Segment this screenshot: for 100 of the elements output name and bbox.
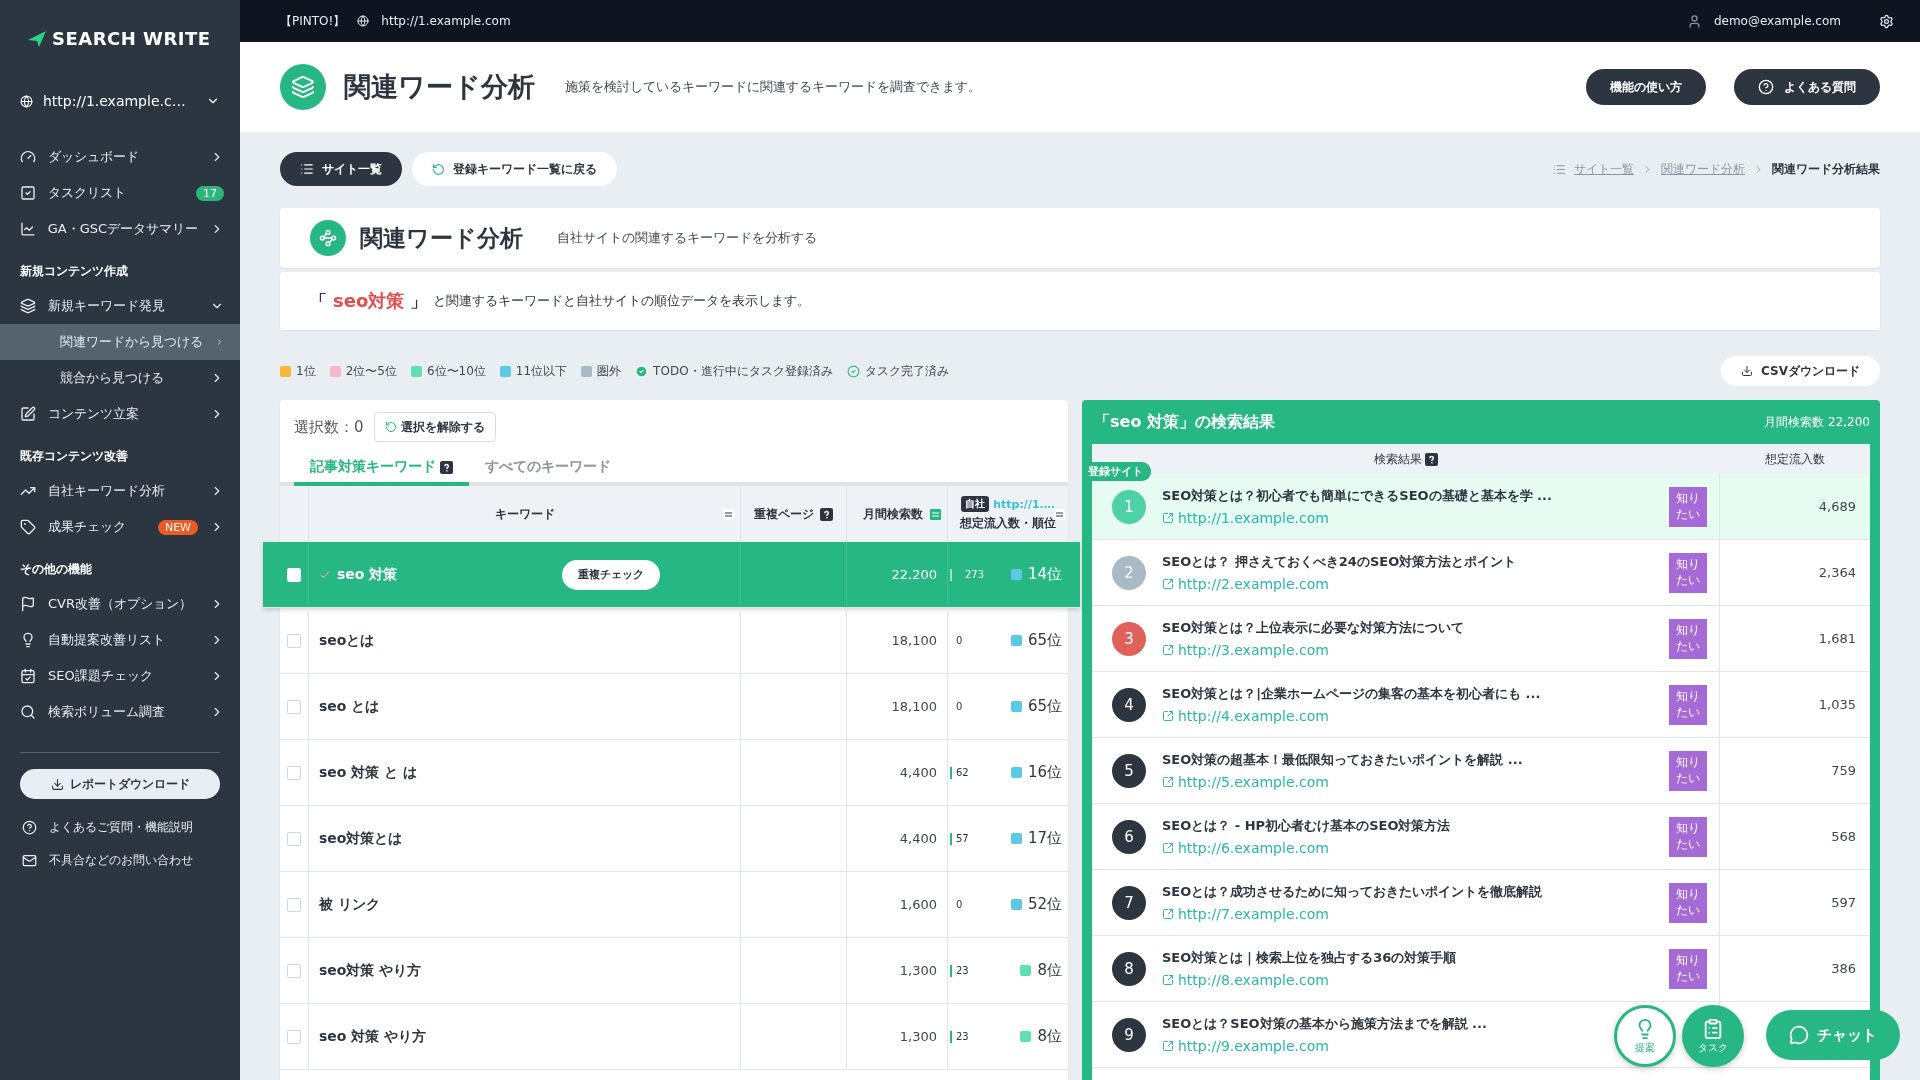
keyword-text: 被 リンク [319, 895, 381, 914]
settings-icon[interactable] [1879, 13, 1894, 29]
row-checkbox[interactable] [287, 633, 301, 648]
sidebar-item[interactable]: タスクリスト 17 [0, 175, 240, 211]
rank-circle: 6 [1112, 819, 1146, 854]
duplicate-check-button[interactable]: 重複チェック [562, 559, 660, 590]
checkbox-icon [20, 185, 36, 201]
keyword-text: seo 対策 と は [319, 763, 419, 782]
result-title: SEO対策とは？上位表示に必要な対策方法について [1162, 619, 1465, 637]
sort-icon[interactable] [1054, 508, 1065, 520]
row-checkbox[interactable] [287, 1029, 301, 1044]
site-list-button[interactable]: サイト一覧 [280, 152, 402, 186]
rank-text: 14位 [1027, 565, 1062, 584]
mail-icon [22, 853, 37, 868]
help-icon [820, 507, 833, 521]
sidebar-item[interactable]: 新規キーワード発見 [0, 288, 240, 324]
keyword-row[interactable]: seo 対策 と は 4,400 62 16位 [280, 740, 1068, 806]
rank-circle: 2 [1112, 555, 1146, 590]
sort-icon[interactable] [930, 508, 941, 520]
breadcrumb-link[interactable]: 関連ワード分析結果 [1772, 160, 1880, 178]
result-title: SEOとは？成功させるために知っておきたいポイントを徹底解説 [1162, 883, 1543, 901]
keyword-row[interactable]: seo 対策 重複チェック 22,200 273 14位 [263, 542, 1080, 608]
rank-text: 65位 [1027, 631, 1062, 650]
keyword-text: seo 対策 やり方 [319, 1027, 428, 1046]
result-title: SEOとは？SEO対策の基本から施策方法までを解説 ... [1162, 1015, 1487, 1033]
rank-text: 16位 [1027, 763, 1062, 782]
csv-download-button[interactable]: CSVダウンロード [1721, 356, 1880, 386]
rank-circle: 5 [1112, 753, 1146, 788]
sidebar-item[interactable]: 検索ボリューム調査 [0, 694, 240, 730]
site-url: http://1.… [993, 497, 1055, 511]
keyword-row[interactable]: seo対策 やり方 1,300 23 8位 [280, 938, 1068, 1004]
page-title: 関連ワード分析 [344, 70, 535, 104]
external-link-icon [1162, 974, 1174, 986]
sidebar-item[interactable]: コンテンツ立案 [0, 396, 240, 432]
external-link-icon [1162, 644, 1174, 656]
traffic-count: 273 [963, 569, 984, 580]
column-header: 想定流入数・順位 [960, 515, 1056, 532]
intent-tag: 知りたい [1669, 750, 1707, 791]
rank-circle: 8 [1112, 951, 1146, 986]
row-checkbox[interactable] [287, 699, 301, 714]
traffic-count: 1,681 [1818, 631, 1856, 646]
help-icon [1425, 452, 1438, 466]
rank-text: 52位 [1027, 895, 1062, 914]
row-checkbox[interactable] [287, 765, 301, 780]
sidebar-item[interactable]: CVR改善（オプション） [0, 586, 240, 622]
guide-button[interactable]: 機能の使い方 [1586, 69, 1706, 105]
sidebar-item[interactable]: 成果チェック NEW [0, 509, 240, 545]
sidebar-item[interactable]: SEO課題チェック [0, 658, 240, 694]
sidebar-item[interactable]: 自動提案改善リスト [0, 622, 240, 658]
faq-button[interactable]: よくある質問 [1734, 69, 1880, 105]
traffic-count: 759 [1831, 763, 1856, 778]
sidebar-link[interactable]: よくあるご質問・機能説明 [0, 811, 240, 844]
sidebar-item[interactable]: ダッシュボード [0, 139, 240, 175]
keyword-row[interactable]: seo 対策 やり方 1,300 23 8位 [280, 1004, 1068, 1070]
legend-item: 圏外 [581, 362, 622, 380]
keyword-text: seo 対策 [337, 565, 399, 584]
list-icon [1553, 162, 1566, 176]
report-download-button[interactable]: レポートダウンロード [20, 769, 220, 799]
sidebar-item[interactable]: 競合から見つける [0, 360, 240, 396]
row-checkbox[interactable] [287, 963, 301, 978]
user-email[interactable]: demo@example.com [1713, 14, 1841, 28]
target-keyword: seo対策 [333, 289, 405, 313]
own-site-tag: 自社 [961, 496, 990, 512]
result-title: SEO対策の超基本！最低限知っておきたいポイントを解説 ... [1162, 751, 1523, 769]
back-button[interactable]: 登録キーワード一覧に戻る [412, 152, 617, 186]
clear-selection-button[interactable]: 選択を解除する [373, 412, 496, 442]
quote-mark: 「 [310, 289, 327, 313]
intent-tag: 知りたい [1669, 882, 1707, 923]
site-url: http://1.example.com [381, 14, 511, 28]
keyword-row[interactable]: 被 リンク 1,600 0 52位 [280, 872, 1068, 938]
external-link-icon [1162, 710, 1174, 722]
sidebar-link[interactable]: 不具合などのお問い合わせ [0, 844, 240, 877]
external-link-icon [1162, 776, 1174, 788]
monthly-volume: 4,400 [899, 831, 937, 846]
intent-tag: 知りたい [1669, 816, 1707, 857]
row-checkbox[interactable] [287, 897, 301, 912]
layers-icon [280, 64, 326, 110]
rank-circle: 3 [1112, 621, 1146, 656]
row-checkbox[interactable] [287, 831, 301, 846]
sidebar-item[interactable]: 関連ワードから見つける [0, 324, 240, 360]
keyword-row[interactable]: seo とは 18,100 0 65位 [280, 674, 1068, 740]
sidebar-item[interactable]: 自社キーワード分析 [0, 473, 240, 509]
section-title: 関連ワード分析 [360, 223, 523, 253]
globe-icon [357, 15, 370, 27]
rank-text: 17位 [1027, 829, 1062, 848]
traffic-count: 386 [1831, 961, 1856, 976]
legend-item: タスク完了済み [846, 362, 949, 380]
project-name: 【PINTO!】 [280, 12, 346, 30]
keyword-row[interactable]: seoとは 18,100 0 65位 [280, 608, 1068, 674]
column-header: 検索結果 [1374, 450, 1422, 468]
rank-circle: 7 [1112, 885, 1146, 920]
keyword-row[interactable]: seo対策とは 4,400 57 17位 [280, 806, 1068, 872]
rank-circle: 9 [1112, 1017, 1146, 1052]
site-select[interactable]: http://1.example.c… [20, 93, 220, 109]
external-link-icon [1162, 908, 1174, 920]
sidebar-item[interactable]: GA・GSCデータサマリー [0, 211, 240, 247]
gauge-icon [20, 149, 36, 165]
intent-tag: 知りたい [1669, 684, 1707, 725]
sort-icon[interactable] [723, 508, 734, 520]
help-icon [1758, 79, 1774, 95]
